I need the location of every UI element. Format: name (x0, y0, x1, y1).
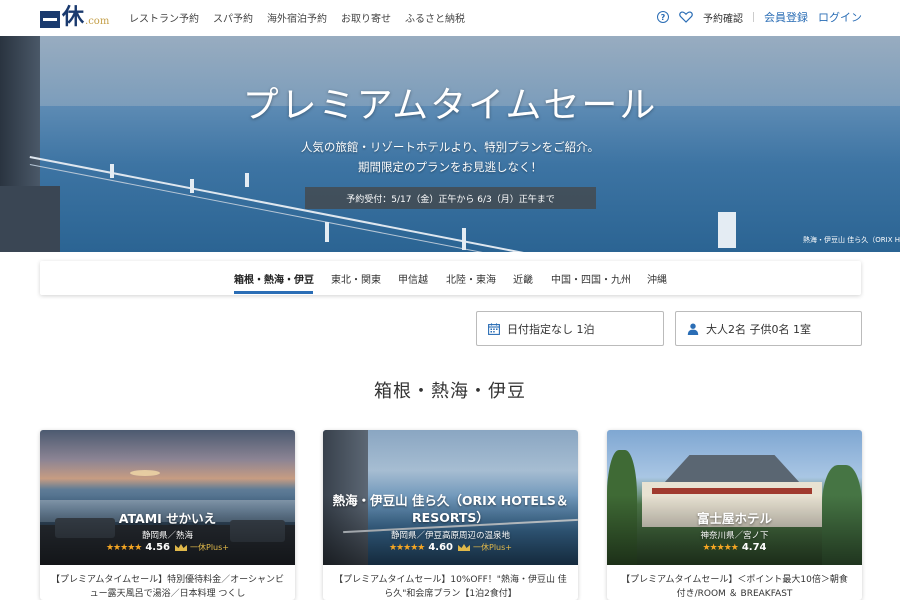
plus-label: 一休Plus+ (190, 543, 230, 552)
hotel-card[interactable]: 富士屋ホテル 神奈川県／宮ノ下 ★★★★★ 4.74 【プレミアムタイムセール】… (607, 430, 862, 600)
plus-badge: 一休Plus+ (457, 542, 512, 553)
sale-period-badge: 予約受付：5/17（金）正午から 6/3（月）正午まで (305, 187, 596, 209)
hotel-card[interactable]: ATAMI せかいえ 静岡県／熱海 ★★★★★ 4.56 一休Plus+ 【プレ… (40, 430, 295, 600)
active-tab-indicator (234, 291, 313, 294)
site-header: 休 .com レストラン予約 スパ予約 海外宿泊予約 お取り寄せ ふるさと納税 … (0, 0, 900, 36)
logo-mark-icon (40, 11, 60, 28)
rating-stars: ★★★★★ (105, 542, 142, 553)
rail-post (190, 179, 194, 193)
plan-description: 【プレミアムタイムセール】10%OFF！"熱海・伊豆山 佳ら久"和会席プラン【1… (334, 575, 567, 599)
tab-hokuriku-tokai[interactable]: 北陸・東海 (446, 271, 496, 286)
region-tabs: 箱根・熱海・伊豆 東北・関東 甲信越 北陸・東海 近畿 中国・四国・九州 沖縄 (40, 261, 861, 295)
nav-overseas[interactable]: 海外宿泊予約 (267, 10, 327, 25)
hotel-rating: ★★★★★ 4.74 (607, 542, 862, 553)
hero-banner: プレミアムタイムセール 人気の旅館・リゾートホテルより、特別プランをご紹介。 期… (0, 36, 900, 252)
date-value: 日付指定なし 1泊 (507, 322, 595, 336)
hero-subtitle: 人気の旅館・リゾートホテルより、特別プランをご紹介。 期間限定のプランをお見逃し… (0, 137, 900, 177)
logo-suffix: .com (85, 16, 110, 27)
heart-icon[interactable] (679, 11, 693, 23)
hotel-name: 熱海・伊豆山 佳ら久（ORIX HOTELS＆RESORTS） (332, 493, 569, 525)
hotel-location: 静岡県／熱海 (141, 531, 193, 541)
rating-stars: ★★★★★ (702, 542, 738, 553)
register-link[interactable]: 会員登録 (764, 9, 808, 25)
hero-subtitle-line2: 期間限定のプランをお見逃しなく！ (358, 160, 542, 174)
crown-icon (458, 544, 471, 551)
hero-subtitle-line1: 人気の旅館・リゾートホテルより、特別プランをご紹介。 (300, 140, 600, 154)
tab-tohoku-kanto[interactable]: 東北・関東 (331, 271, 381, 286)
nav-spa[interactable]: スパ予約 (213, 10, 253, 25)
nav-furusato[interactable]: ふるさと納税 (405, 10, 465, 25)
hotel-name: 富士屋ホテル (696, 511, 772, 526)
tab-koshinetsu[interactable]: 甲信越 (398, 271, 428, 286)
crown-icon (175, 544, 188, 551)
tab-chugoku-shikoku-kyushu[interactable]: 中国・四国・九州 (551, 271, 631, 286)
calendar-icon (488, 322, 500, 335)
rating-value: 4.74 (741, 542, 767, 553)
plus-badge: 一休Plus+ (174, 542, 229, 553)
logo-kanji: 休 (62, 4, 85, 30)
tab-okinawa[interactable]: 沖縄 (647, 271, 667, 286)
tab-hakone-atami-izu[interactable]: 箱根・熱海・伊豆 (234, 271, 314, 286)
header-actions: ? 予約確認 会員登録 ログイン (657, 9, 862, 25)
rating-value: 4.60 (428, 542, 454, 553)
plan-description: 【プレミアムタイムセール】＜ポイント最大10倍＞朝食付き/ROOM ＆ BREA… (621, 575, 848, 599)
header-divider (753, 12, 754, 22)
hotel-location: 静岡県／伊豆高原周辺の温泉地 (390, 531, 510, 541)
rating-stars: ★★★★★ (388, 542, 425, 553)
plus-label: 一休Plus+ (473, 543, 513, 552)
hotel-card[interactable]: 熱海・伊豆山 佳ら久（ORIX HOTELS＆RESORTS） 静岡県／伊豆高原… (323, 430, 578, 600)
date-selector[interactable]: 日付指定なし 1泊 (476, 311, 664, 346)
section-title: 箱根・熱海・伊豆 (374, 381, 526, 402)
booking-confirm-link[interactable]: 予約確認 (703, 10, 743, 25)
tab-kinki[interactable]: 近畿 (513, 271, 533, 286)
hero-deck (0, 186, 60, 252)
hero-title: プレミアムタイムセール (242, 85, 658, 126)
main-nav: レストラン予約 スパ予約 海外宿泊予約 お取り寄せ ふるさと納税 (129, 10, 465, 25)
guest-value: 大人2名 子供0名 1室 (706, 322, 811, 336)
hotel-rating: ★★★★★ 4.56 一休Plus+ (40, 542, 295, 553)
nav-gourmet[interactable]: お取り寄せ (341, 10, 391, 25)
site-logo[interactable]: 休 .com (40, 6, 109, 28)
hotel-rating: ★★★★★ 4.60 一休Plus+ (323, 542, 578, 553)
hotel-location: 神奈川県／宮ノ下 (700, 531, 769, 541)
plan-description: 【プレミアムタイムセール】特別優待料金／オーシャンビュー露天風呂で湯浴／日本料理… (50, 575, 284, 599)
nav-restaurant[interactable]: レストラン予約 (129, 10, 199, 25)
photo-credit: 熱海・伊豆山 佳ら久（ORIX H (803, 236, 900, 244)
person-icon (687, 323, 699, 335)
rail-post (325, 222, 329, 242)
rail-post (462, 228, 466, 250)
rating-value: 4.56 (145, 542, 171, 553)
hotel-name: ATAMI せかいえ (118, 511, 217, 526)
guest-selector[interactable]: 大人2名 子供0名 1室 (675, 311, 862, 346)
help-circle-icon[interactable]: ? (657, 11, 669, 23)
rail-post (718, 212, 736, 248)
login-link[interactable]: ログイン (818, 9, 862, 25)
